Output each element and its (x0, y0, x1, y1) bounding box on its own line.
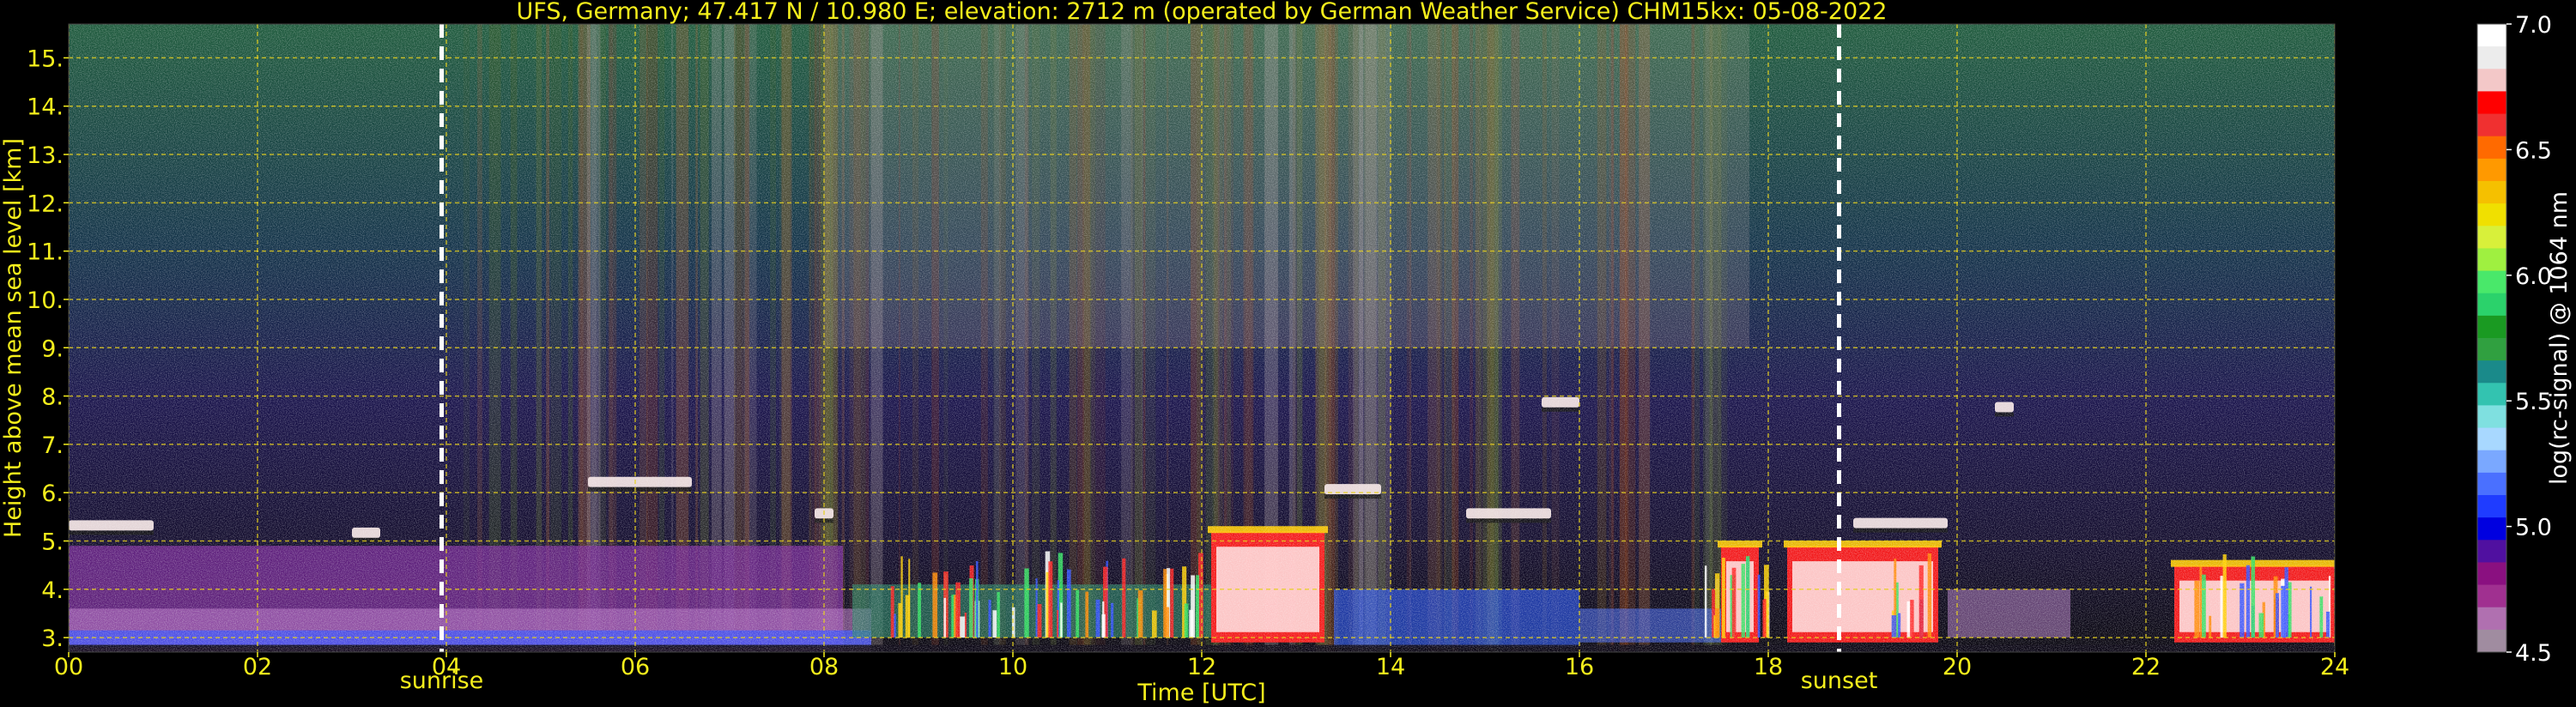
x-tick-label: 02 (243, 654, 272, 680)
y-tick-label: 15. (27, 45, 64, 72)
colorbar-block (2477, 315, 2506, 339)
colorbar-block (2477, 495, 2506, 518)
colorbar-block (2477, 472, 2506, 496)
colorbar-block (2477, 427, 2506, 451)
y-tick-label: 9. (41, 335, 64, 362)
colorbar-tick-label: 5.0 (2515, 515, 2552, 541)
colorbar-label: log(rc-signal) @ 1064 nm (2546, 191, 2573, 485)
y-tick-label: 6. (41, 480, 64, 507)
colorbar-block (2477, 158, 2506, 182)
colorbar-block (2477, 248, 2506, 272)
y-tick-label: 7. (41, 432, 64, 459)
colorbar-block (2477, 338, 2506, 361)
chart: UFS, Germany; 47.417 N / 10.980 E; eleva… (0, 0, 2573, 706)
colorbar-block (2477, 181, 2506, 204)
x-tick-label: 16 (1565, 654, 1594, 680)
y-axis-ticks: 3. 4. 5. 6. 7. 8. 9. 10. 11. 12. 13. 14. 15. (27, 45, 69, 652)
colorbar-ticks: 7.06.56.05.55.04.5 (2506, 12, 2552, 667)
colorbar-block (2477, 540, 2506, 563)
colorbar-block (2477, 203, 2506, 227)
x-tick-label: 10 (998, 654, 1027, 680)
y-tick-label: 5. (41, 529, 64, 555)
colorbar-block (2477, 383, 2506, 406)
colorbar-block (2477, 450, 2506, 474)
y-tick-label: 11. (27, 239, 64, 266)
plot-area (69, 24, 2335, 652)
colorbar-tick-label: 6.5 (2515, 137, 2552, 164)
colorbar-block (2477, 607, 2506, 631)
colorbar-block (2477, 226, 2506, 249)
y-tick-label: 8. (41, 384, 64, 411)
chart-title: UFS, Germany; 47.417 N / 10.980 E; eleva… (517, 0, 1888, 25)
colorbar-block (2477, 46, 2506, 69)
colorbar-block (2477, 270, 2506, 294)
y-tick-label: 10. (27, 287, 64, 314)
colorbar-block (2477, 405, 2506, 429)
colorbar-block (2477, 293, 2506, 317)
y-axis-label: Height above mean sea level [km] (0, 138, 27, 538)
colorbar-block (2477, 24, 2506, 47)
colorbar-block (2477, 629, 2506, 653)
x-tick-label: 24 (2320, 654, 2349, 680)
colorbar-block (2477, 136, 2506, 160)
annotation-sunset: sunset (1801, 668, 1878, 694)
x-tick-label: 22 (2131, 654, 2161, 680)
x-tick-label: 08 (809, 654, 839, 680)
y-tick-label: 12. (27, 190, 64, 217)
x-tick-label: 00 (54, 654, 83, 680)
x-tick-label: 18 (1754, 654, 1783, 680)
colorbar: 7.06.56.05.55.04.5 log(rc-signal) @ 1064… (2476, 12, 2573, 667)
colorbar-tick-label: 4.5 (2515, 640, 2552, 667)
x-tick-label: 20 (1943, 654, 1972, 680)
colorbar-tick-label: 7.0 (2515, 12, 2552, 39)
colorbar-block (2477, 69, 2506, 92)
x-axis-label: Time [UTC] (1136, 680, 1265, 706)
colorbar-block (2477, 113, 2506, 137)
annotation-sunrise: sunrise (400, 668, 484, 694)
x-axis-ticks: 00 02 04 06 08 10 12 14 16 18 20 22 24 (54, 652, 2349, 680)
y-tick-label: 3. (41, 625, 64, 652)
colorbar-block (2477, 562, 2506, 586)
colorbar-block (2477, 360, 2506, 384)
y-tick-label: 13. (27, 142, 64, 169)
colorbar-blocks (2477, 24, 2506, 653)
colorbar-block (2477, 517, 2506, 541)
y-tick-label: 4. (41, 577, 64, 604)
x-tick-label: 06 (621, 654, 650, 680)
y-tick-label: 14. (27, 94, 64, 121)
x-tick-label: 12 (1187, 654, 1216, 680)
x-tick-label: 14 (1376, 654, 1405, 680)
colorbar-block (2477, 91, 2506, 115)
colorbar-block (2477, 584, 2506, 608)
